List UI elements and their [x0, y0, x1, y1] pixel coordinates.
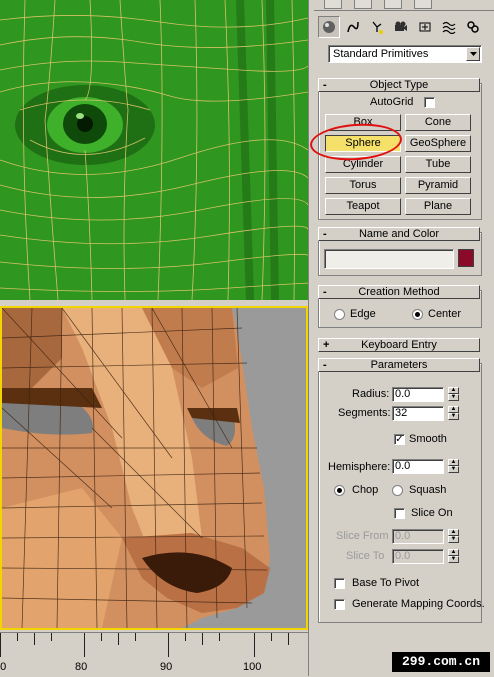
command-panel: Standard Primitives - Object Type AutoGr…: [314, 0, 494, 676]
ruler-tick: [185, 633, 186, 641]
tab-hierarchy[interactable]: [384, 0, 402, 9]
hemisphere-label: Hemisphere:: [328, 461, 391, 473]
keyboard-entry-header[interactable]: + Keyboard Entry: [318, 338, 480, 352]
ruler-tick: [288, 633, 289, 645]
slice-to-field[interactable]: 0.0: [392, 549, 444, 564]
edge-label: Edge: [350, 308, 376, 320]
tab-create[interactable]: [324, 0, 342, 9]
name-color-header[interactable]: - Name and Color: [318, 227, 480, 241]
tab-motion[interactable]: [414, 0, 432, 9]
ruler-tick: [168, 633, 169, 657]
tab-modify[interactable]: [354, 0, 372, 9]
timeline-ruler[interactable]: 70 80 90 100: [0, 632, 312, 677]
generate-mapping-label: Generate Mapping Coords.: [352, 598, 485, 610]
ruler-tick: [0, 633, 1, 657]
ruler-tick: [254, 633, 255, 657]
slice-from-label: Slice From: [336, 530, 389, 542]
slice-on-label: Slice On: [411, 507, 453, 519]
helpers-icon[interactable]: [414, 16, 436, 38]
slice-from-field[interactable]: 0.0: [392, 529, 444, 544]
base-to-pivot-label: Base To Pivot: [352, 577, 420, 589]
radius-field[interactable]: 0.0: [392, 387, 444, 402]
base-to-pivot-checkbox[interactable]: [334, 578, 345, 589]
radius-spinner[interactable]: ▲ ▼: [448, 387, 459, 402]
segments-field[interactable]: 32: [392, 406, 444, 421]
segments-label: Segments:: [338, 407, 391, 419]
ruler-tick: [101, 633, 102, 641]
plane-button[interactable]: Plane: [405, 198, 471, 215]
name-color-title: Name and Color: [358, 228, 440, 240]
slice-on-checkbox[interactable]: [394, 508, 405, 519]
panel-tabs: [314, 0, 494, 11]
ruler-tick: [51, 633, 52, 641]
ruler-tick: [17, 633, 18, 641]
squash-label: Squash: [409, 484, 447, 496]
chop-radio[interactable]: [334, 485, 345, 496]
ruler-label: 70: [0, 661, 7, 673]
spacewarps-icon[interactable]: [438, 16, 460, 38]
ruler-tick: [135, 633, 136, 641]
category-dropdown[interactable]: Standard Primitives: [328, 45, 482, 63]
nose-mesh-graphic: [2, 308, 306, 628]
ruler-label: 90: [160, 661, 173, 673]
smooth-label: Smooth: [409, 433, 447, 445]
create-category-icons: [318, 16, 490, 38]
object-type-header[interactable]: - Object Type: [318, 78, 480, 92]
systems-icon[interactable]: [462, 16, 484, 38]
squash-radio[interactable]: [392, 485, 403, 496]
radius-label: Radius:: [352, 388, 390, 400]
ruler-label: 100: [243, 661, 262, 673]
teapot-button[interactable]: Teapot: [325, 198, 401, 215]
parameters-header[interactable]: - Parameters: [318, 358, 480, 372]
autogrid-label: AutoGrid: [370, 96, 414, 108]
center-radio[interactable]: [412, 309, 423, 320]
creation-method-title: Creation Method: [358, 286, 440, 298]
chop-label: Chop: [352, 484, 379, 496]
ruler-tick: [202, 633, 203, 645]
eye-wireframe-viewport[interactable]: [0, 0, 308, 300]
object-color-swatch[interactable]: [458, 249, 474, 267]
keyboard-entry-title: Keyboard Entry: [361, 339, 437, 351]
object-name-field[interactable]: [324, 249, 454, 269]
hemisphere-field[interactable]: 0.0: [392, 459, 444, 474]
slice-from-spinner[interactable]: ▲ ▼: [448, 529, 459, 544]
tube-button[interactable]: Tube: [405, 156, 471, 173]
object-type-title: Object Type: [369, 79, 429, 91]
slice-to-spinner[interactable]: ▲ ▼: [448, 549, 459, 564]
eye-mesh-graphic: [0, 0, 308, 300]
smooth-checkbox[interactable]: ✓: [394, 434, 405, 445]
cone-button[interactable]: Cone: [405, 114, 471, 131]
autogrid-checkbox[interactable]: [424, 97, 435, 108]
torus-button[interactable]: Torus: [325, 177, 401, 194]
cameras-icon[interactable]: [390, 16, 412, 38]
watermark: 299.com.cn: [392, 652, 490, 672]
center-label: Center: [428, 308, 462, 320]
ruler-tick: [34, 633, 35, 645]
slice-to-label: Slice To: [346, 550, 385, 562]
geometry-icon[interactable]: [318, 16, 340, 38]
ruler-tick: [271, 633, 272, 641]
ruler-tick: [118, 633, 119, 645]
geosphere-button[interactable]: GeoSphere: [405, 135, 471, 152]
segments-spinner[interactable]: ▲ ▼: [448, 406, 459, 421]
hemisphere-spinner[interactable]: ▲ ▼: [448, 459, 459, 474]
creation-method-header[interactable]: - Creation Method: [318, 285, 480, 299]
ruler-tick: [219, 633, 220, 641]
ruler-label: 80: [75, 661, 88, 673]
ruler-tick: [84, 633, 85, 657]
nose-model-viewport[interactable]: [0, 306, 308, 630]
chevron-down-icon[interactable]: [466, 47, 480, 61]
lights-icon[interactable]: [366, 16, 388, 38]
edge-radio[interactable]: [334, 309, 345, 320]
generate-mapping-checkbox[interactable]: [334, 599, 345, 610]
pyramid-button[interactable]: Pyramid: [405, 177, 471, 194]
category-dropdown-value: Standard Primitives: [333, 48, 429, 60]
parameters-title: Parameters: [370, 359, 428, 371]
shapes-icon[interactable]: [342, 16, 364, 38]
